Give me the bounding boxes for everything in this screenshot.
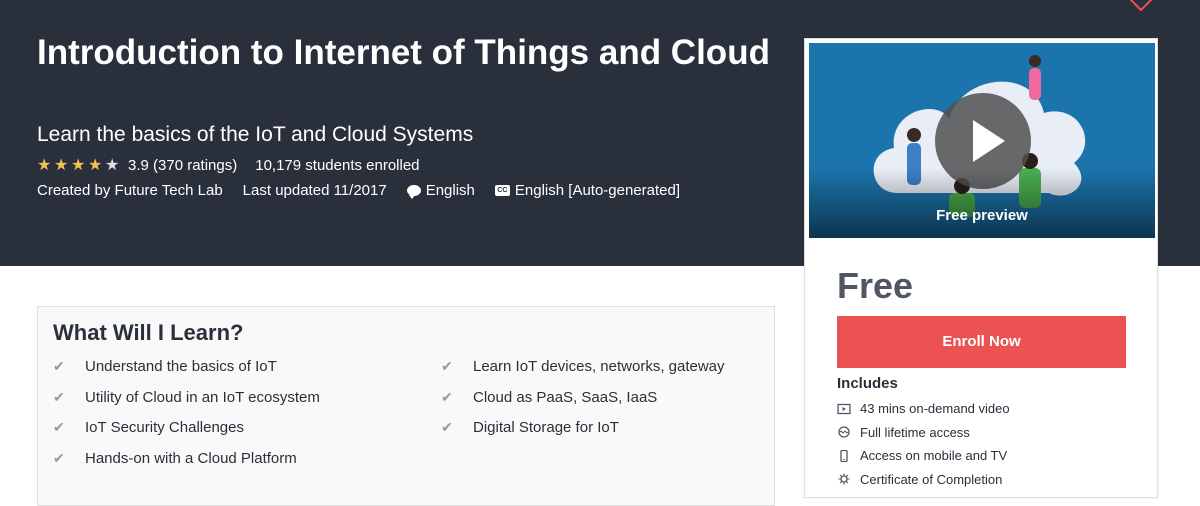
closed-captions-icon: CC	[494, 185, 510, 196]
purchase-sidebar: Free preview Free Enroll Now Includes 43…	[804, 38, 1158, 498]
star-icon: ★	[88, 157, 103, 174]
course-meta: Created by Future Tech Lab Last updated …	[37, 182, 700, 199]
created-by[interactable]: Created by Future Tech Lab	[37, 182, 223, 199]
list-item: Certificate of Completion	[837, 468, 1010, 492]
checkmark-icon: ✔	[53, 449, 65, 466]
learn-item-text: Utility of Cloud in an IoT ecosystem	[85, 388, 320, 406]
enroll-now-button[interactable]: Enroll Now	[837, 316, 1126, 368]
certificate-icon	[838, 473, 850, 485]
learn-title: What Will I Learn?	[53, 320, 244, 345]
include-text: 43 mins on-demand video	[860, 401, 1010, 417]
checkmark-icon: ✔	[53, 358, 65, 374]
learn-item-text: Learn IoT devices, networks, gateway	[473, 358, 725, 375]
speech-bubble-icon	[406, 185, 421, 199]
checkmark-icon: ✔	[53, 388, 65, 405]
list-item: Full lifetime access	[837, 421, 1010, 445]
learn-list-left: ✔ Understand the basics of IoT ✔ Utility o…	[53, 358, 320, 480]
learn-item-text: Hands-on with a Cloud Platform	[85, 449, 297, 467]
include-text: Full lifetime access	[860, 424, 970, 440]
rating-text[interactable]: 3.9 (370 ratings)	[128, 157, 237, 174]
wishlist-heart-icon[interactable]	[1128, 0, 1154, 12]
course-subtitle: Learn the basics of the IoT and Cloud Sy…	[37, 123, 474, 146]
includes-title: Includes	[837, 375, 898, 392]
captions: CC English [Auto-generated]	[494, 182, 681, 199]
learn-item-text: Understand the basics of IoT	[85, 358, 277, 375]
preview-label: Free preview	[936, 207, 1028, 224]
preview-gradient	[809, 168, 1155, 238]
list-item: ✔ IoT Security Challenges	[53, 419, 320, 450]
mobile-icon	[840, 449, 848, 462]
list-item: ✔ Cloud as PaaS, SaaS, IaaS	[441, 389, 725, 420]
include-text: Access on mobile and TV	[860, 448, 1008, 464]
learn-item-text: Digital Storage for IoT	[473, 419, 619, 436]
infinity-icon	[838, 426, 850, 438]
rating-row: ★ ★ ★ ★ ★ 3.9 (370 ratings) 10,179 stude…	[37, 155, 420, 175]
last-updated: Last updated 11/2017	[242, 182, 387, 199]
learn-item-text: IoT Security Challenges	[85, 419, 244, 436]
language-text: English	[425, 182, 475, 199]
list-item: ✔ Utility of Cloud in an IoT ecosystem	[53, 389, 320, 420]
checkmark-icon: ✔	[441, 419, 453, 435]
learn-item-text: Cloud as PaaS, SaaS, IaaS	[473, 388, 658, 406]
what-will-i-learn: What Will I Learn? ✔ Understand the basic…	[37, 306, 775, 506]
star-empty-icon: ★	[105, 157, 120, 174]
created-by-text: Created by Future Tech Lab	[37, 182, 223, 199]
includes-list: 43 mins on-demand video Full lifetime ac…	[837, 397, 1010, 491]
checkmark-icon: ✔	[53, 419, 65, 435]
list-item: ✔ Digital Storage for IoT	[441, 419, 725, 450]
checkmark-icon: ✔	[441, 358, 453, 374]
language: English	[406, 182, 475, 199]
students-enrolled: 10,179 students enrolled	[255, 156, 420, 174]
list-item: ✔ Learn IoT devices, networks, gateway	[441, 358, 725, 389]
learn-list-right: ✔ Learn IoT devices, networks, gateway ✔ C…	[441, 358, 725, 450]
list-item: Access on mobile and TV	[837, 444, 1010, 468]
list-item: ✔ Understand the basics of IoT	[53, 358, 320, 389]
star-icon: ★	[37, 157, 52, 174]
course-price: Free	[837, 265, 914, 306]
video-icon	[837, 403, 851, 414]
list-item: 43 mins on-demand video	[837, 397, 1010, 421]
captions-text: English [Auto-generated]	[514, 182, 681, 199]
checkmark-icon: ✔	[441, 388, 453, 405]
course-title: Introduction to Internet of Things and C…	[37, 33, 770, 72]
star-icon: ★	[54, 157, 69, 174]
course-preview[interactable]: Free preview	[809, 43, 1155, 238]
list-item: ✔ Hands-on with a Cloud Platform	[53, 450, 320, 481]
star-icon: ★	[71, 157, 86, 174]
star-rating: ★ ★ ★ ★ ★	[37, 155, 122, 175]
